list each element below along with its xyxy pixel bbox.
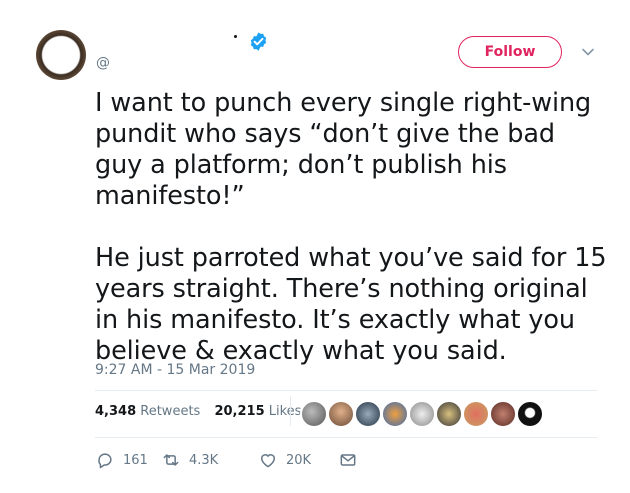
heart-icon (261, 454, 275, 468)
divider (95, 437, 597, 438)
liker-avatar[interactable] (300, 400, 328, 428)
liker-avatar[interactable] (381, 400, 409, 428)
retweet-icon (163, 454, 179, 466)
follow-button[interactable]: Follow (458, 36, 562, 68)
tweet-paragraph: I want to punch every single right-wing … (95, 88, 592, 211)
tweet-text: I want to punch every single right-wing … (95, 88, 610, 367)
tweet-stats: 4,348 Retweets 20,215 Likes (95, 404, 311, 419)
liker-avatar[interactable] (489, 400, 517, 428)
envelope-icon (340, 454, 356, 466)
liker-avatar[interactable] (516, 400, 544, 428)
likes-stat[interactable]: 20,215 Likes (214, 404, 301, 419)
retweets-stat[interactable]: 4,348 Retweets (95, 404, 200, 419)
liker-avatar[interactable] (435, 400, 463, 428)
retweet-count: 4.3K (189, 452, 219, 468)
reply-count: 161 (123, 452, 148, 468)
liker-avatar[interactable] (327, 400, 355, 428)
retweet-button[interactable]: 4.3K (161, 450, 218, 470)
tweet-timestamp[interactable]: 9:27 AM - 15 Mar 2019 (95, 362, 255, 378)
author-handle[interactable]: @ (96, 55, 110, 71)
author-name[interactable] (96, 30, 246, 48)
divider (95, 390, 597, 391)
author-avatar[interactable] (36, 30, 86, 80)
likes-label: Likes (268, 404, 302, 419)
like-count: 20K (286, 452, 312, 468)
stats-divider (290, 396, 291, 426)
verified-badge-icon (250, 32, 267, 51)
liker-avatar[interactable] (354, 400, 382, 428)
retweets-label: Retweets (140, 404, 201, 419)
author-name-mark (234, 35, 237, 38)
likes-count: 20,215 (214, 404, 265, 419)
direct-message-button[interactable] (338, 450, 366, 470)
reply-button[interactable]: 161 (95, 450, 148, 470)
liker-avatar[interactable] (462, 400, 490, 428)
tweet-paragraph: He just parroted what you’ve said for 15… (95, 243, 607, 366)
like-button[interactable]: 20K (258, 450, 311, 470)
liker-avatar[interactable] (408, 400, 436, 428)
chevron-down-icon[interactable] (580, 44, 596, 60)
retweets-count: 4,348 (95, 404, 137, 419)
reply-icon (98, 453, 112, 469)
